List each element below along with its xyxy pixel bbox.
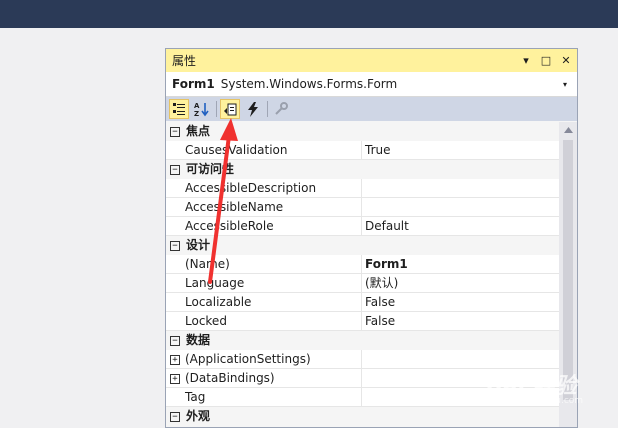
- expand-icon[interactable]: +: [166, 369, 184, 388]
- toolbar-separator: [267, 101, 268, 117]
- property-row[interactable]: Locked False: [166, 312, 559, 331]
- properties-icon: [223, 103, 236, 115]
- svg-text:A: A: [194, 102, 200, 110]
- property-name: Locked: [184, 312, 362, 330]
- properties-title-bar: 属性 ▾ □ ✕: [166, 49, 577, 72]
- property-value[interactable]: (默认): [362, 274, 559, 292]
- category-row[interactable]: − 数据: [166, 331, 559, 350]
- panel-title: 属性: [172, 54, 197, 68]
- category-label: 可访问性: [186, 162, 235, 176]
- alphabetical-button[interactable]: A Z: [192, 99, 212, 119]
- category-row[interactable]: − 设计: [166, 236, 559, 255]
- category-row[interactable]: − 可访问性: [166, 160, 559, 179]
- property-row[interactable]: AccessibleName: [166, 198, 559, 217]
- property-value[interactable]: [362, 198, 559, 216]
- chevron-down-icon[interactable]: ▾: [563, 80, 577, 89]
- property-value[interactable]: False: [362, 312, 559, 330]
- scroll-up-icon[interactable]: [559, 122, 577, 138]
- property-row[interactable]: CausesValidation True: [166, 141, 559, 160]
- category-label: 设计: [186, 238, 211, 252]
- property-name: AccessibleDescription: [184, 179, 362, 197]
- property-name: (Name): [184, 255, 362, 273]
- watermark-url: jingyan.baidu.com: [500, 396, 584, 406]
- row-indent: [166, 293, 184, 312]
- scroll-thumb[interactable]: [563, 140, 573, 400]
- property-row[interactable]: + (ApplicationSettings): [166, 350, 559, 369]
- category-row[interactable]: − 外观: [166, 407, 559, 426]
- property-name: Tag: [184, 388, 362, 406]
- category-row[interactable]: − 焦点: [166, 122, 559, 141]
- collapse-icon[interactable]: −: [166, 236, 184, 255]
- category-label: 焦点: [186, 124, 211, 138]
- property-value[interactable]: True: [362, 141, 559, 159]
- property-row[interactable]: AccessibleDescription: [166, 179, 559, 198]
- property-row[interactable]: Language (默认): [166, 274, 559, 293]
- property-name: AccessibleName: [184, 198, 362, 216]
- properties-button[interactable]: [220, 99, 240, 119]
- svg-text:Z: Z: [194, 110, 199, 117]
- row-indent: [166, 388, 184, 407]
- property-row[interactable]: Localizable False: [166, 293, 559, 312]
- row-indent: [166, 312, 184, 331]
- top-window-band: [0, 0, 618, 28]
- property-pages-wrench-icon: [275, 102, 288, 115]
- collapse-icon[interactable]: −: [166, 122, 184, 141]
- object-type: System.Windows.Forms.Form: [220, 77, 398, 91]
- category-label: 外观: [186, 409, 211, 423]
- collapse-icon[interactable]: −: [166, 407, 184, 426]
- row-indent: [166, 274, 184, 293]
- property-value[interactable]: False: [362, 293, 559, 311]
- collapse-icon[interactable]: −: [166, 160, 184, 179]
- category-label: 数据: [186, 333, 211, 347]
- maximize-icon[interactable]: □: [537, 52, 555, 70]
- property-row[interactable]: AccessibleRole Default: [166, 217, 559, 236]
- property-name: Language: [184, 274, 362, 292]
- property-row[interactable]: (Name) Form1: [166, 255, 559, 274]
- categorized-button[interactable]: [169, 99, 189, 119]
- property-value[interactable]: Form1: [362, 255, 559, 273]
- collapse-icon[interactable]: −: [166, 331, 184, 350]
- row-indent: [166, 255, 184, 274]
- window-position-dropdown-icon[interactable]: ▾: [517, 52, 535, 70]
- events-lightning-icon: [248, 101, 258, 117]
- categorized-icon: [173, 103, 185, 115]
- property-value[interactable]: [362, 350, 559, 368]
- row-indent: [166, 217, 184, 236]
- events-button[interactable]: [243, 99, 263, 119]
- property-pages-button[interactable]: [271, 99, 291, 119]
- property-value[interactable]: [362, 179, 559, 197]
- property-value[interactable]: Default: [362, 217, 559, 235]
- toolbar-separator: [216, 101, 217, 117]
- row-indent: [166, 198, 184, 217]
- close-icon[interactable]: ✕: [557, 52, 575, 70]
- alphabetical-sort-icon: A Z: [194, 102, 209, 117]
- property-name: Localizable: [184, 293, 362, 311]
- object-name: Form1: [172, 77, 215, 91]
- properties-toolbar: A Z: [166, 97, 577, 121]
- row-indent: [166, 141, 184, 160]
- property-name: CausesValidation: [184, 141, 362, 159]
- property-name: AccessibleRole: [184, 217, 362, 235]
- property-name: (DataBindings): [184, 369, 362, 387]
- row-indent: [166, 179, 184, 198]
- object-selector[interactable]: Form1 System.Windows.Forms.Form ▾: [166, 72, 577, 97]
- expand-icon[interactable]: +: [166, 350, 184, 369]
- property-name: (ApplicationSettings): [184, 350, 362, 368]
